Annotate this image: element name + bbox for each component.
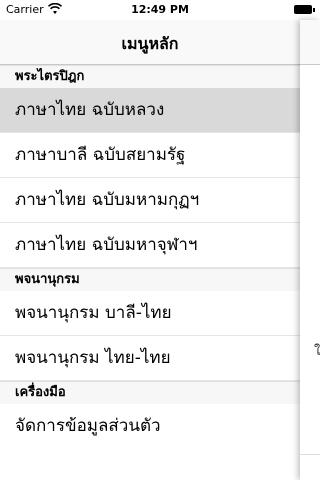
menu-item-manage-personal-data[interactable]: จัดการข้อมูลส่วนตัว — [0, 404, 300, 448]
navigation-bar: เมนูหลัก — [0, 20, 300, 65]
menu-item-pali-siamrath-edition[interactable]: ภาษาบาลี ฉบับสยามรัฐ — [0, 133, 300, 178]
content-panel-nav-bar — [300, 20, 320, 65]
section-header-tools: เครื่องมือ — [0, 381, 300, 404]
menu-item-thai-mahamakut-edition[interactable]: ภาษาไทย ฉบับมหามกุฏฯ — [0, 178, 300, 223]
battery-icon — [294, 5, 315, 14]
section-header-dictionary: พจนานุกรม — [0, 268, 300, 291]
content-panel-edge[interactable]: ใ — [300, 20, 320, 480]
section-header-tripitaka: พระไตรปิฎก — [0, 65, 300, 88]
menu-item-dictionary-thai-thai[interactable]: พจนานุกรม ไทย-ไทย — [0, 336, 300, 381]
menu-item-dictionary-pali-thai[interactable]: พจนานุกรม บาลี-ไทย — [0, 291, 300, 336]
clock: 12:49 PM — [131, 3, 189, 16]
content-panel-peek-text: ใ — [314, 344, 320, 359]
page-title: เมนูหลัก — [121, 34, 179, 53]
status-bar: Carrier 12:49 PM — [0, 0, 320, 20]
menu-item-thai-mahachula-edition[interactable]: ภาษาไทย ฉบับมหาจุฬาฯ — [0, 223, 300, 268]
content-panel-divider — [300, 454, 320, 455]
main-menu-list: พระไตรปิฎก ภาษาไทย ฉบับหลวง ภาษาบาลี ฉบั… — [0, 65, 300, 480]
menu-item-thai-royal-edition[interactable]: ภาษาไทย ฉบับหลวง — [0, 88, 300, 133]
